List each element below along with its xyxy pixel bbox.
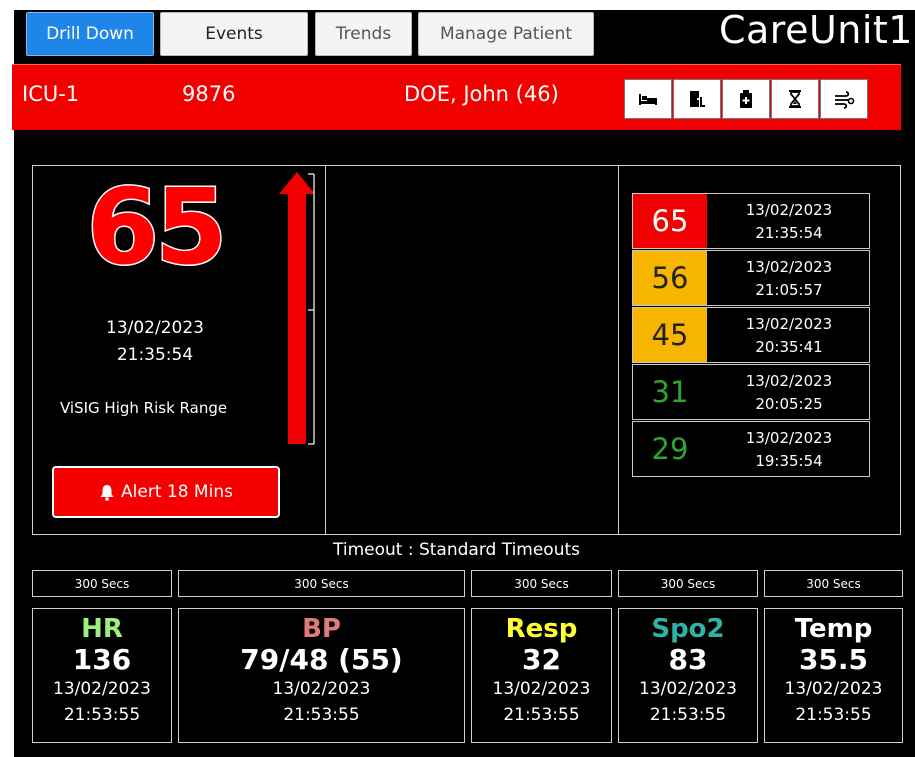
- history-score: 29: [633, 422, 707, 476]
- history-score: 56: [633, 251, 707, 305]
- risk-range-label: ViSIG High Risk Range: [60, 399, 228, 417]
- trend-up-arrow-icon: [279, 172, 315, 445]
- tab-events[interactable]: Events: [160, 12, 308, 56]
- vital-date: 13/02/2023: [639, 679, 737, 699]
- history-date: 13/02/2023: [745, 315, 833, 333]
- history-row[interactable]: 31 13/02/2023 20:05:25: [632, 364, 870, 420]
- score-time: 21:35:54: [116, 345, 194, 365]
- timeout-title: Timeout : Standard Timeouts: [332, 540, 581, 560]
- risk-score-value: 65: [85, 166, 229, 288]
- history-score: 31: [633, 365, 707, 419]
- score-date: 13/02/2023: [106, 318, 204, 338]
- hourglass-icon: [789, 90, 801, 108]
- history-row[interactable]: 45 13/02/2023 20:35:41: [632, 307, 870, 363]
- timer-button[interactable]: [771, 79, 819, 119]
- clipboard-icon: [740, 90, 752, 108]
- patient-name: DOE, John (46): [404, 82, 559, 106]
- patient-banner: ICU-1 9876 DOE, John (46): [12, 64, 901, 130]
- vital-label: Resp: [505, 614, 578, 644]
- bell-icon: [100, 484, 114, 501]
- history-date: 13/02/2023: [745, 201, 833, 219]
- app-title: CareUnit1: [718, 8, 913, 52]
- bed-button[interactable]: [624, 79, 672, 119]
- vital-temp[interactable]: Temp 35.5 13/02/2023 21:53:55: [764, 608, 903, 743]
- tab-trends[interactable]: Trends: [315, 12, 412, 56]
- history-date: 13/02/2023: [745, 429, 833, 447]
- vital-date: 13/02/2023: [784, 679, 883, 699]
- vital-value: 83: [668, 643, 708, 676]
- vital-label: Temp: [794, 614, 873, 644]
- history-row[interactable]: 56 13/02/2023 21:05:57: [632, 250, 870, 306]
- vital-hr[interactable]: HR 136 13/02/2023 21:53:55: [32, 608, 172, 743]
- history-score: 65: [633, 194, 707, 248]
- vital-time: 21:53:55: [283, 705, 360, 725]
- vital-label: BP: [302, 614, 341, 644]
- bed-icon: [639, 94, 657, 105]
- vital-value: 79/48 (55): [240, 643, 403, 676]
- history-row[interactable]: 65 13/02/2023 21:35:54: [632, 193, 870, 249]
- vital-value: 136: [72, 643, 132, 676]
- vital-value: 35.5: [798, 643, 869, 676]
- vital-time: 21:53:55: [795, 705, 872, 725]
- ventilation-button[interactable]: [820, 79, 868, 119]
- timeout-hr: 300 Secs: [32, 570, 172, 597]
- vital-resp[interactable]: Resp 32 13/02/2023 21:53:55: [471, 608, 612, 743]
- history-time: 21:05:57: [755, 281, 823, 299]
- history-score: 45: [633, 308, 707, 362]
- tab-drill-down[interactable]: Drill Down: [26, 12, 154, 56]
- history-time: 20:05:25: [755, 395, 823, 413]
- timeout-resp: 300 Secs: [471, 570, 612, 597]
- bed-label: ICU-1: [22, 82, 80, 106]
- vital-time: 21:53:55: [503, 705, 580, 725]
- history-date: 13/02/2023: [745, 258, 833, 276]
- vital-date: 13/02/2023: [272, 679, 371, 699]
- history-time: 19:35:54: [755, 452, 823, 470]
- timeout-temp: 300 Secs: [764, 570, 903, 597]
- vital-time: 21:53:55: [63, 705, 141, 725]
- alert-label: Alert 18 Mins: [121, 482, 233, 502]
- timeout-bp: 300 Secs: [178, 570, 465, 597]
- history-date: 13/02/2023: [745, 372, 833, 390]
- vital-value: 32: [522, 643, 561, 676]
- vital-bp[interactable]: BP 79/48 (55) 13/02/2023 21:53:55: [178, 608, 465, 743]
- history-time: 21:35:54: [755, 224, 823, 242]
- tab-manage-patient[interactable]: Manage Patient: [418, 12, 594, 56]
- vital-label: HR: [81, 614, 123, 644]
- discharge-button[interactable]: [673, 79, 721, 119]
- timeout-spo2: 300 Secs: [618, 570, 758, 597]
- exit-door-icon: [690, 91, 705, 107]
- vital-spo2[interactable]: Spo2 83 13/02/2023 21:53:55: [618, 608, 758, 743]
- history-time: 20:35:41: [755, 338, 823, 356]
- patient-id: 9876: [182, 82, 236, 106]
- ventilator-icon: [835, 91, 855, 109]
- vital-date: 13/02/2023: [53, 679, 151, 699]
- vital-time: 21:53:55: [649, 705, 727, 725]
- vital-label: Spo2: [651, 614, 725, 644]
- vital-date: 13/02/2023: [492, 679, 591, 699]
- notes-button[interactable]: [722, 79, 770, 119]
- alert-button[interactable]: Alert 18 Mins: [52, 466, 280, 518]
- trend-panel: [325, 165, 619, 535]
- history-row[interactable]: 29 13/02/2023 19:35:54: [632, 421, 870, 477]
